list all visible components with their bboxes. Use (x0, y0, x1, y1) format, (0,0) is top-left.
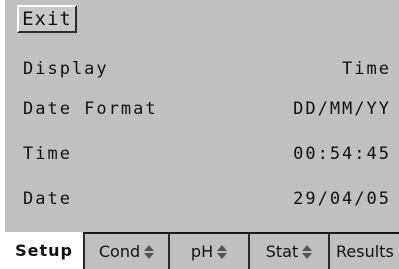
tab-results[interactable]: Results (330, 234, 399, 269)
tab-label: Results (336, 242, 394, 261)
setting-row-date[interactable]: Date 29/04/05 (23, 186, 391, 212)
tab-label: pH (190, 242, 214, 261)
setting-row-display[interactable]: Display Time (23, 56, 391, 82)
setting-value: DD/MM/YY (293, 99, 391, 119)
tab-bar: Setup Cond pH Stat Results (5, 232, 399, 269)
up-down-arrows-icon (217, 244, 228, 259)
exit-button[interactable]: Exit (17, 5, 77, 33)
setting-value: Time (342, 59, 391, 79)
tab-setup[interactable]: Setup (5, 232, 85, 269)
setting-label: Date Format (23, 99, 158, 119)
setting-label: Time (23, 144, 72, 164)
setting-value: 29/04/05 (293, 189, 391, 209)
tab-label: Cond (98, 242, 141, 261)
tab-stat[interactable]: Stat (250, 234, 330, 269)
setting-label: Display (23, 59, 109, 79)
tab-label: Stat (265, 242, 299, 261)
setting-row-date-format[interactable]: Date Format DD/MM/YY (23, 96, 391, 122)
tab-label: Setup (15, 241, 73, 260)
setting-label: Date (23, 189, 72, 209)
up-down-arrows-icon (144, 244, 155, 259)
setting-row-time[interactable]: Time 00:54:45 (23, 141, 391, 167)
tab-cond[interactable]: Cond (85, 234, 170, 269)
setting-value: 00:54:45 (293, 144, 391, 164)
device-screen: Exit Display Time Date Format DD/MM/YY T… (5, 0, 399, 269)
up-down-arrows-icon (302, 244, 313, 259)
tab-ph[interactable]: pH (170, 234, 250, 269)
